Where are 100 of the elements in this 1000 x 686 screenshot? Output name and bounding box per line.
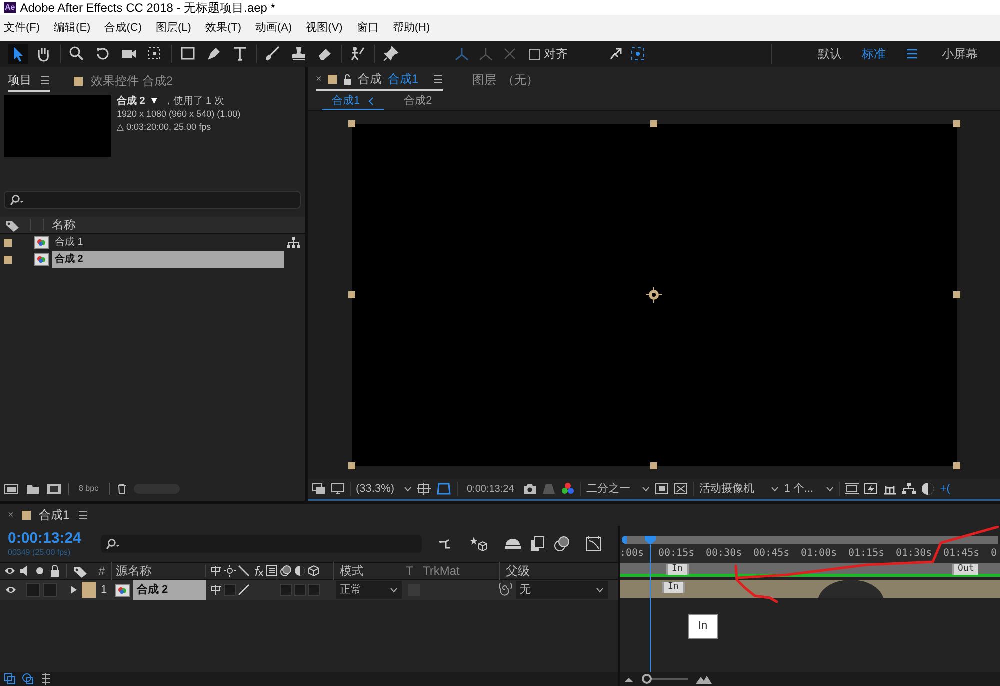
transparency-grid-icon[interactable] xyxy=(674,483,688,495)
layout-icon[interactable] xyxy=(845,483,860,495)
breadcrumb[interactable]: 合成1 xyxy=(322,92,384,110)
menu-icon[interactable] xyxy=(906,49,918,59)
parent-dropdown[interactable]: 无 xyxy=(516,581,608,599)
menu-icon[interactable] xyxy=(78,510,88,520)
graph-editor-icon[interactable] xyxy=(586,536,602,552)
close-icon[interactable]: × xyxy=(316,72,322,86)
time-ruler[interactable]: :00s 00:15s 00:30s 00:45s 01:00s 01:15s 01:30s 01:45s 0 xyxy=(620,544,1000,563)
color-channels-icon[interactable] xyxy=(561,482,576,496)
zoom-slider-thumb[interactable] xyxy=(642,674,652,684)
menu-item[interactable]: 帮助(H) xyxy=(392,20,430,36)
layer-handle[interactable] xyxy=(348,120,355,128)
close-icon[interactable]: × xyxy=(8,508,14,522)
snapshot-camera-icon[interactable] xyxy=(523,483,538,495)
project-item[interactable]: 合成 1 xyxy=(52,234,284,251)
menu-item[interactable]: 视图(V) xyxy=(306,20,343,36)
workspace-tab[interactable]: 默认 xyxy=(818,45,842,63)
switch-toggle[interactable] xyxy=(280,584,292,596)
layer-handle[interactable] xyxy=(953,462,960,470)
layer-handle[interactable] xyxy=(650,120,658,128)
layer-name[interactable]: 合成 2 xyxy=(133,580,206,600)
timeline-tab[interactable]: 合成1 xyxy=(38,506,70,524)
frame-blending-icon[interactable] xyxy=(530,536,546,552)
layer-handle[interactable] xyxy=(953,120,960,128)
zoom-in-mountains-icon[interactable] xyxy=(696,674,712,684)
folder-icon[interactable] xyxy=(26,483,40,495)
expand-triangle-icon[interactable] xyxy=(69,585,79,595)
stacked-frames-icon[interactable] xyxy=(312,483,326,495)
menu-icon[interactable] xyxy=(432,74,443,84)
column-header[interactable]: TrkMat xyxy=(421,562,499,580)
snap-frame-icon[interactable] xyxy=(630,46,646,62)
menu-item[interactable]: 文件(F) xyxy=(4,20,40,36)
views-dropdown[interactable]: 1 个... xyxy=(784,480,834,498)
menu-item[interactable]: 窗口 xyxy=(356,20,379,36)
snap-checkbox[interactable]: 对齐 xyxy=(529,45,568,63)
anchor-point-icon[interactable] xyxy=(646,287,662,303)
layer-handle[interactable] xyxy=(348,462,355,470)
layer-duration-bar[interactable] xyxy=(620,580,1000,598)
modes-icon[interactable] xyxy=(22,673,34,685)
layer-handle[interactable] xyxy=(953,292,960,298)
region-of-interest-icon[interactable] xyxy=(655,483,670,495)
pick-whip-icon[interactable] xyxy=(498,583,512,597)
switch-toggle[interactable] xyxy=(294,584,306,596)
out-point-marker[interactable]: Out xyxy=(952,564,978,575)
workspace-tab[interactable]: 小屏幕 xyxy=(942,45,978,63)
mode-dropdown[interactable]: 正常 xyxy=(336,581,402,599)
mask-path-icon[interactable] xyxy=(436,482,452,496)
motion-blur-icon[interactable] xyxy=(554,536,570,552)
column-header[interactable]: 名称 xyxy=(52,216,76,234)
trash-icon[interactable] xyxy=(116,483,128,495)
arrow-icon[interactable] xyxy=(608,46,624,62)
region-icon[interactable] xyxy=(417,482,431,496)
playhead[interactable] xyxy=(645,536,656,672)
menu-item[interactable]: 动画(A) xyxy=(256,20,292,36)
layer-switches-icon[interactable] xyxy=(4,673,16,685)
exposure-value[interactable]: +( xyxy=(940,480,950,498)
timeline-icon[interactable] xyxy=(883,483,898,495)
layer-handle[interactable] xyxy=(650,462,658,470)
menu-item[interactable]: 效果(T) xyxy=(205,20,242,36)
shy-layers-icon[interactable] xyxy=(504,537,522,551)
viewer-tab[interactable]: 图层 （无） xyxy=(472,69,539,91)
switch-toggle[interactable] xyxy=(26,583,40,597)
bit-depth-button[interactable]: 8 bpc xyxy=(75,483,103,495)
panel-tab[interactable]: 效果控件 合成2 xyxy=(74,70,174,92)
column-header[interactable]: T xyxy=(401,562,421,580)
dropdown-caret[interactable]: ▼ xyxy=(149,95,160,108)
checkbox[interactable] xyxy=(529,48,540,60)
tool-button[interactable] xyxy=(8,44,28,64)
monitor-icon[interactable] xyxy=(331,483,345,495)
project-item[interactable]: 合成 2 xyxy=(52,251,284,268)
flowchart-icon[interactable] xyxy=(287,237,300,248)
switch-toggle[interactable] xyxy=(308,584,320,596)
switch-toggle[interactable] xyxy=(43,583,57,597)
fast-preview-icon[interactable] xyxy=(864,483,878,495)
menu-item[interactable]: 编辑(E) xyxy=(54,20,91,36)
camera-dropdown[interactable]: 活动摄像机 xyxy=(699,480,780,498)
new-composition-icon[interactable] xyxy=(46,483,62,495)
menu-icon[interactable] xyxy=(40,76,50,84)
zoom-out-mountain-icon[interactable] xyxy=(624,675,634,683)
switch-toggle[interactable] xyxy=(224,584,236,596)
workspace-tab[interactable]: 标准 xyxy=(862,45,886,63)
current-time[interactable]: 0:00:13:24 xyxy=(8,530,94,546)
interpret-footage-icon[interactable] xyxy=(4,483,20,495)
menu-item[interactable]: 图层(L) xyxy=(156,20,192,36)
axis-mode-icon[interactable] xyxy=(453,45,471,63)
resolution-dropdown[interactable]: 二分之一 xyxy=(586,480,650,498)
search-field[interactable] xyxy=(101,535,422,553)
panel-tab[interactable]: 项目 xyxy=(8,70,50,92)
zoom-dropdown[interactable]: (33.3%) xyxy=(356,480,412,498)
color-label-icon[interactable] xyxy=(82,582,96,598)
in-point-marker[interactable]: In xyxy=(662,582,685,593)
in-out-icon[interactable] xyxy=(40,673,52,685)
search-field[interactable] xyxy=(4,191,301,209)
tool-button[interactable] xyxy=(381,44,401,64)
exposure-icon[interactable] xyxy=(921,482,936,496)
viewer-tab[interactable]: × 合成 合成1 xyxy=(316,69,443,91)
chevron-icon[interactable] xyxy=(368,96,374,106)
in-point-marker[interactable]: In xyxy=(666,564,689,575)
breadcrumb[interactable]: 合成2 xyxy=(394,93,442,110)
